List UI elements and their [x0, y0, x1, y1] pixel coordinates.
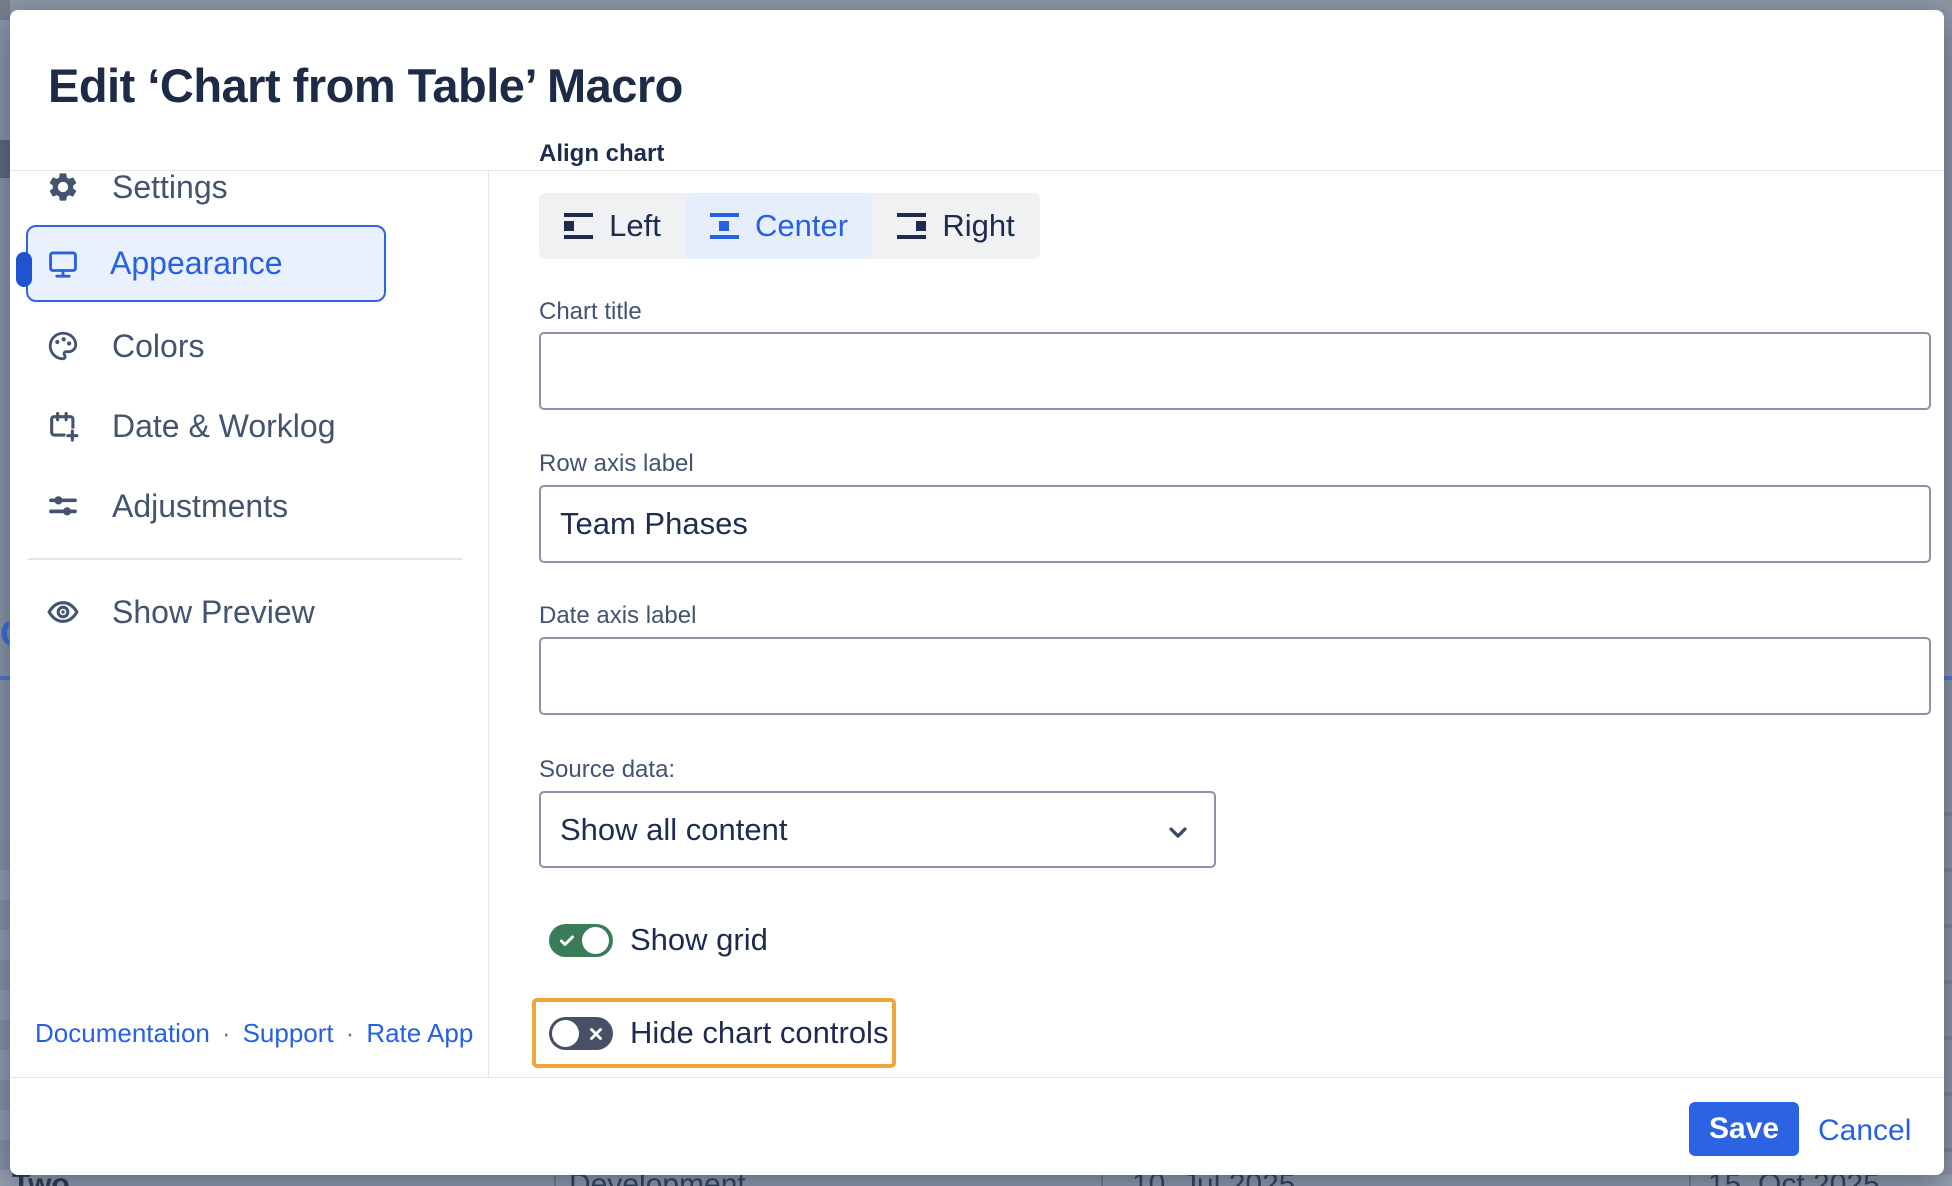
sidebar-footer-links: Documentation · Support · Rate App: [35, 1018, 475, 1049]
screen: O Two Development 10. Jul 2025 15. Oct 2…: [0, 0, 1952, 1186]
save-button[interactable]: Save: [1689, 1102, 1799, 1156]
segment-label: Left: [609, 208, 661, 243]
toggle-knob: [552, 1019, 579, 1047]
sidebar-item-settings[interactable]: Settings: [46, 155, 466, 219]
cross-icon: [590, 1027, 602, 1040]
backdrop-divider-fragment: [1944, 676, 1952, 680]
select-value: Show all content: [560, 811, 788, 847]
source-data-select[interactable]: Show all content: [539, 791, 1216, 868]
check-icon: [560, 935, 574, 946]
palette-icon: [48, 331, 78, 361]
sidebar-item-label: Adjustments: [112, 487, 289, 524]
backdrop-divider-fragment: [0, 676, 10, 680]
backdrop-letter-fragment: O: [0, 614, 9, 654]
sidebar-divider: [488, 171, 489, 1077]
chevron-down-icon: [1169, 827, 1187, 838]
hide-chart-controls-label: Hide chart controls: [630, 1015, 889, 1050]
sliders-icon: [49, 496, 77, 516]
row-axis-input[interactable]: [539, 485, 1931, 563]
sidebar-item-label: Colors: [112, 327, 205, 364]
hide-chart-controls-row: Hide chart controls: [549, 1015, 888, 1051]
documentation-link[interactable]: Documentation: [35, 1018, 210, 1049]
backdrop-table-border: [1689, 1175, 1691, 1186]
monitor-icon: [49, 251, 77, 278]
row-axis-label: Row axis label: [539, 450, 694, 477]
dialog-title: Edit ‘Chart from Table’ Macro: [48, 59, 683, 112]
sidebar-section-divider: [28, 558, 462, 560]
segment-label: Right: [942, 208, 1015, 243]
sidebar-item-adjustments[interactable]: Adjustments: [46, 474, 466, 538]
sidebar-item-appearance[interactable]: Appearance: [26, 225, 386, 302]
align-chart-segmented-control: Left Center Right: [539, 193, 1040, 259]
cancel-button[interactable]: Cancel: [1818, 1114, 1911, 1148]
sidebar-item-colors[interactable]: Colors: [46, 314, 466, 378]
hide-chart-controls-toggle[interactable]: [549, 1016, 613, 1050]
date-axis-label: Date axis label: [539, 602, 697, 629]
gear-icon: [49, 173, 77, 201]
support-link[interactable]: Support: [243, 1018, 334, 1049]
align-left-icon: [564, 213, 594, 239]
align-chart-label: Align chart: [539, 140, 665, 167]
source-data-label: Source data:: [539, 756, 676, 783]
align-left-segment[interactable]: Left: [539, 193, 686, 259]
show-grid-toggle[interactable]: [549, 923, 613, 957]
backdrop-table-stripes: [0, 840, 10, 1175]
selected-indicator: [16, 252, 32, 287]
sidebar-item-label: Appearance: [110, 245, 283, 281]
edit-macro-dialog: Edit ‘Chart from Table’ Macro Settings A…: [10, 10, 1944, 1175]
link-separator: ·: [221, 1018, 231, 1048]
align-center-segment[interactable]: Center: [686, 193, 872, 259]
align-center-icon: [709, 213, 739, 239]
toggle-knob: [582, 926, 609, 954]
backdrop-fragment: [0, 140, 10, 178]
calendar-plus-icon: [50, 411, 80, 443]
chart-title-label: Chart title: [539, 298, 642, 325]
backdrop-table-stripes: [1944, 760, 1952, 1175]
align-right-icon: [897, 213, 927, 239]
show-grid-row: Show grid: [549, 922, 768, 958]
sidebar-item-label: Show Preview: [112, 593, 315, 630]
show-grid-label: Show grid: [630, 922, 768, 957]
chart-title-input[interactable]: [539, 332, 1931, 410]
eye-icon: [47, 601, 79, 623]
date-axis-input[interactable]: [539, 637, 1931, 715]
link-separator: ·: [345, 1018, 355, 1048]
segment-label: Center: [754, 208, 849, 243]
backdrop-table-strip: [0, 1175, 1952, 1186]
rate-app-link[interactable]: Rate App: [366, 1018, 473, 1049]
backdrop-fragment: [0, 0, 10, 20]
hide-chart-controls-highlight: Hide chart controls: [532, 998, 896, 1068]
backdrop-table-border: [554, 1175, 556, 1186]
sidebar-item-show-preview[interactable]: Show Preview: [46, 580, 466, 644]
sidebar-item-label: Settings: [112, 168, 228, 205]
align-right-segment[interactable]: Right: [872, 193, 1040, 259]
sidebar-item-label: Date & Worklog: [112, 407, 336, 444]
sidebar-item-date-worklog[interactable]: Date & Worklog: [46, 394, 466, 458]
footer-divider: [10, 1077, 1944, 1078]
backdrop-table-border: [1101, 1175, 1103, 1186]
